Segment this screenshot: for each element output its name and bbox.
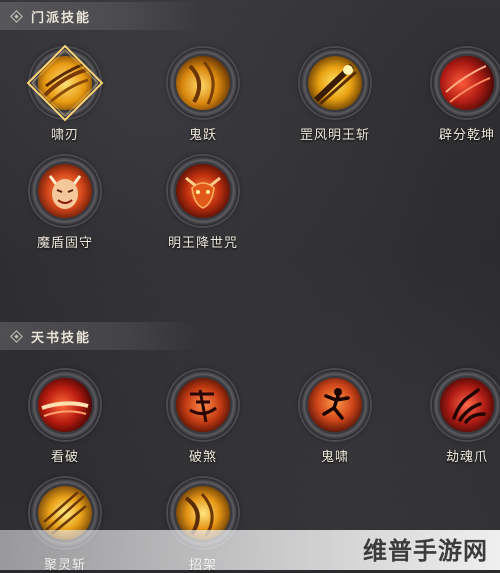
skill-guixiao[interactable]: 鬼啸 [280,370,390,465]
skill-posha[interactable]: 破煞 [148,370,258,465]
section-title: 门派技能 [31,10,92,26]
skill-pifen-qiankun[interactable]: 辟分乾坤 [412,48,500,143]
claw-icon [440,378,494,432]
skill-guiyue[interactable]: 鬼跃 [148,48,258,143]
skill-label: 明王降世咒 [167,236,238,251]
golden-blade-icon [308,56,362,110]
skill-label: 罡风明王斩 [299,128,370,143]
fire-demon-icon [176,164,230,218]
running-figure-icon [308,378,362,432]
skill-label: 鬼啸 [320,450,349,465]
demon-mask-icon [38,164,92,218]
crimson-strike-icon [440,56,494,110]
skill-label: 啸刃 [50,128,79,143]
diamond-bullet-icon [10,329,23,343]
skill-xiaoren[interactable]: 啸刃 [10,44,120,143]
skill-modun-gushou[interactable]: 魔盾固守 [10,156,120,251]
skill-label: 魔盾固守 [36,236,93,251]
watermark-text: 维普手游网 [363,537,488,565]
red-slash-icon [38,378,92,432]
section-header-tianshu-skills: 天书技能 [0,322,500,350]
skill-gangfeng-mingwang-zhan[interactable]: 罡风明王斩 [280,48,390,143]
skill-mingwang-jiangshi-zhou[interactable]: 明王降世咒 [148,156,258,251]
skill-kanpo[interactable]: 看破 [10,370,120,465]
skill-label: 辟分乾坤 [438,128,495,143]
selected-frame-icon [26,44,104,122]
red-rune-icon [176,378,230,432]
skill-jiehun-zhua[interactable]: 劫魂爪 [412,370,500,465]
watermark-banner: 维普手游网 [0,530,500,570]
skill-label: 鬼跃 [188,128,217,143]
skill-label: 破煞 [188,450,217,465]
section-header-sect-skills: 门派技能 [0,2,500,30]
section-title: 天书技能 [31,330,92,346]
skill-label: 看破 [50,450,79,465]
golden-swirl-icon [176,56,230,110]
skill-label: 劫魂爪 [445,450,488,465]
diamond-bullet-icon [10,9,23,23]
